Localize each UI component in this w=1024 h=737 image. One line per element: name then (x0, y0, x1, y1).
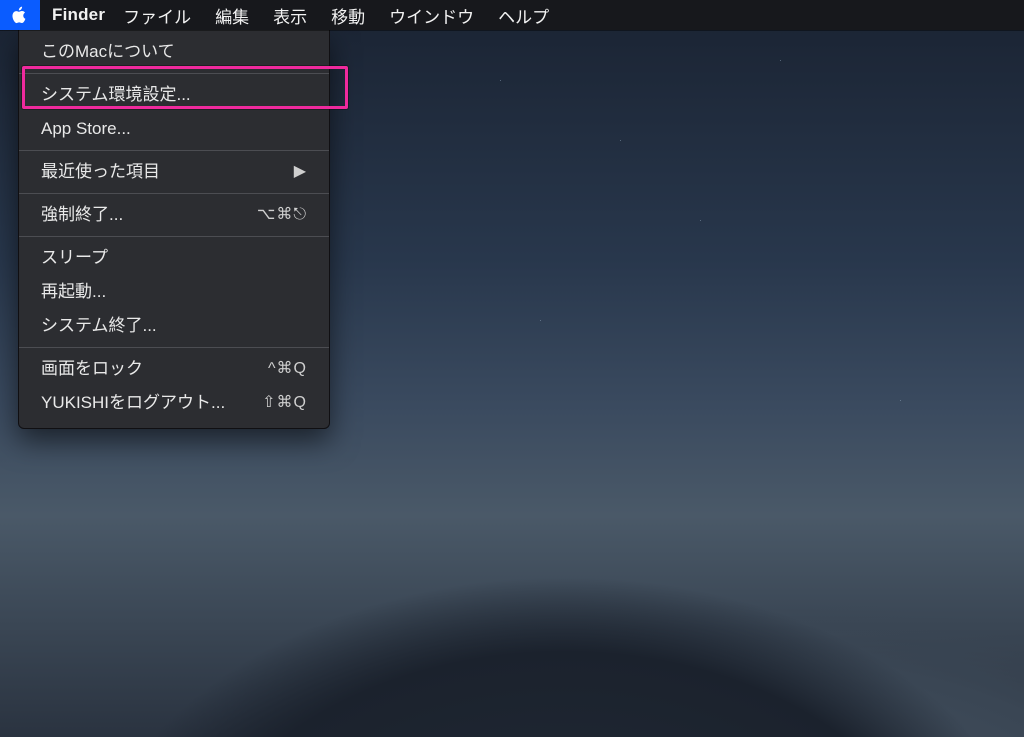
menu-item-label: スリープ (41, 247, 108, 269)
menu-shortcut: ⌥⌘⎋ (257, 204, 307, 226)
menu-divider (19, 347, 329, 348)
menu-sleep[interactable]: スリープ (19, 241, 329, 275)
menu-shutdown[interactable]: システム終了... (19, 309, 329, 343)
menu-about-this-mac[interactable]: このMacについて (19, 35, 329, 69)
menu-divider (19, 73, 329, 74)
menu-divider (19, 193, 329, 194)
menu-lock-screen[interactable]: 画面をロック ^⌘Q (19, 352, 329, 386)
apple-icon (11, 6, 29, 24)
menu-shortcut: ⇧⌘Q (262, 392, 307, 414)
menu-app-store[interactable]: App Store... (19, 112, 329, 146)
menu-restart[interactable]: 再起動... (19, 275, 329, 309)
menu-go[interactable]: 移動 (331, 3, 365, 28)
apple-menu-button[interactable] (0, 0, 40, 30)
star-icon (540, 320, 541, 321)
menu-item-label: 画面をロック (41, 358, 143, 380)
menu-item-label: 再起動... (41, 281, 106, 303)
star-icon (780, 60, 781, 61)
desktop-dune-shadow (124, 387, 1024, 737)
menu-item-label: 強制終了... (41, 204, 123, 226)
menu-item-label: システム終了... (41, 315, 157, 337)
menu-item-label: 最近使った項目 (41, 161, 160, 183)
menu-help[interactable]: ヘルプ (498, 3, 549, 28)
finder-label[interactable]: Finder (52, 5, 105, 25)
menu-item-label: YUKISHIをログアウト... (41, 392, 225, 414)
menu-item-label: このMacについて (41, 41, 175, 63)
menu-view[interactable]: 表示 (273, 3, 307, 28)
menu-recent-items[interactable]: 最近使った項目 ▶ (19, 155, 329, 189)
star-icon (500, 80, 501, 81)
star-icon (620, 140, 621, 141)
menu-force-quit[interactable]: 強制終了... ⌥⌘⎋ (19, 198, 329, 232)
menu-item-label: App Store... (41, 118, 131, 140)
menu-window[interactable]: ウインドウ (389, 3, 474, 28)
menu-edit[interactable]: 編集 (215, 3, 249, 28)
menu-file[interactable]: ファイル (123, 3, 191, 28)
submenu-arrow-icon: ▶ (294, 161, 307, 183)
menu-logout[interactable]: YUKISHIをログアウト... ⇧⌘Q (19, 386, 329, 420)
apple-menu-dropdown: このMacについて システム環境設定... App Store... 最近使った… (18, 30, 330, 429)
menu-divider (19, 236, 329, 237)
menu-shortcut: ^⌘Q (268, 358, 307, 380)
menu-system-preferences[interactable]: システム環境設定... (19, 78, 329, 112)
star-icon (900, 400, 901, 401)
menu-item-label: システム環境設定... (41, 84, 191, 106)
menu-divider (19, 150, 329, 151)
menubar: Finder ファイル 編集 表示 移動 ウインドウ ヘルプ (0, 0, 1024, 30)
star-icon (700, 220, 701, 221)
